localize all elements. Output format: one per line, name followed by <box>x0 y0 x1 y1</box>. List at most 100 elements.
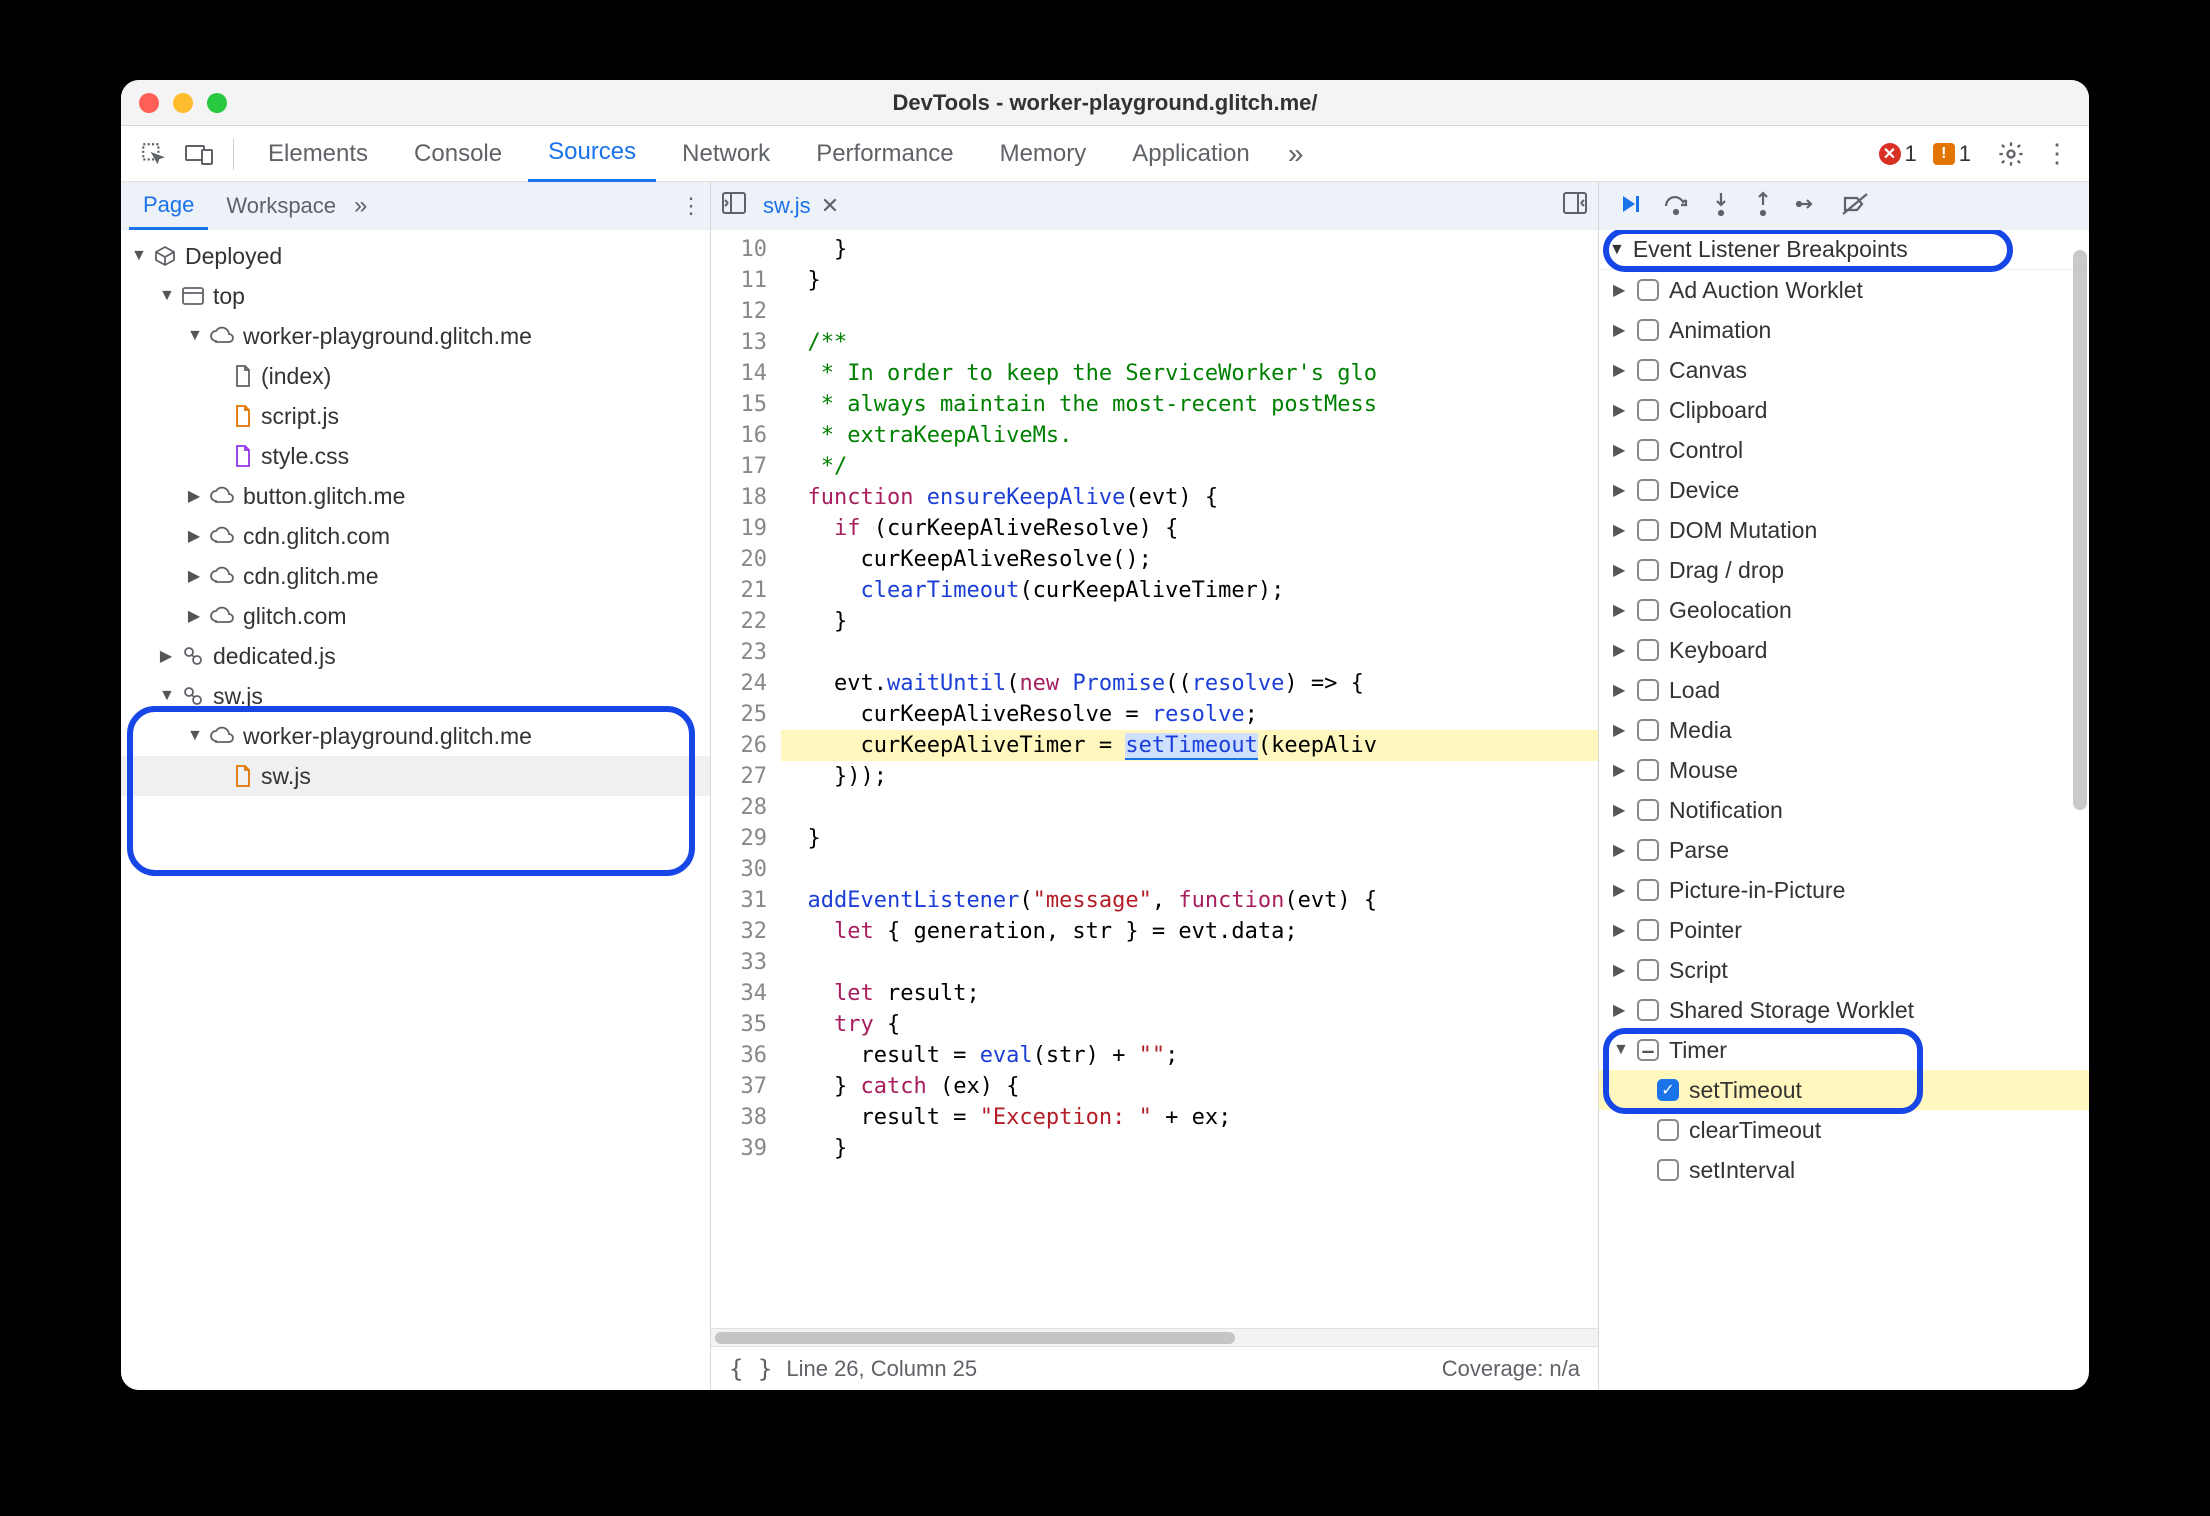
titlebar: DevTools - worker-playground.glitch.me/ <box>121 80 2089 126</box>
tree-sw[interactable]: ▼sw.js <box>121 676 710 716</box>
category-row[interactable]: ▶Geolocation <box>1599 590 2089 630</box>
checkbox[interactable] <box>1637 639 1659 661</box>
timer-item-cleartimeout[interactable]: clearTimeout <box>1599 1110 2089 1150</box>
checkbox[interactable] <box>1637 879 1659 901</box>
tree-origin-collapsed[interactable]: ▶cdn.glitch.me <box>121 556 710 596</box>
category-row[interactable]: ▶Notification <box>1599 790 2089 830</box>
braces-icon[interactable]: { } <box>729 1355 772 1383</box>
error-count[interactable]: ✕1 <box>1879 141 1917 167</box>
category-row[interactable]: ▶Keyboard <box>1599 630 2089 670</box>
coverage-status: Coverage: n/a <box>1442 1356 1580 1382</box>
category-row[interactable]: ▶Script <box>1599 950 2089 990</box>
tree-origin-collapsed[interactable]: ▶button.glitch.me <box>121 476 710 516</box>
category-row[interactable]: ▶Shared Storage Worklet <box>1599 990 2089 1030</box>
step-into-icon[interactable] <box>1711 191 1731 222</box>
checkbox-checked[interactable]: ✓ <box>1657 1079 1679 1101</box>
code-editor[interactable]: 10 11 12 13 14 15 16 17 18 19 20 21 22 2… <box>711 230 1598 1328</box>
category-row[interactable]: ▶Picture-in-Picture <box>1599 870 2089 910</box>
checkbox[interactable] <box>1637 279 1659 301</box>
step-over-icon[interactable] <box>1663 192 1689 221</box>
category-row[interactable]: ▶Animation <box>1599 310 2089 350</box>
tab-application[interactable]: Application <box>1112 126 1269 182</box>
tree-file-stylecss[interactable]: style.css <box>121 436 710 476</box>
inspect-icon[interactable] <box>133 134 173 174</box>
category-row[interactable]: ▶Device <box>1599 470 2089 510</box>
tab-elements[interactable]: Elements <box>248 126 388 182</box>
checkbox[interactable] <box>1637 759 1659 781</box>
category-row[interactable]: ▶Mouse <box>1599 750 2089 790</box>
checkbox[interactable] <box>1637 679 1659 701</box>
timer-item-settimeout[interactable]: ✓ setTimeout <box>1599 1070 2089 1110</box>
checkbox[interactable] <box>1637 319 1659 341</box>
tree-deployed[interactable]: ▼ Deployed <box>121 236 710 276</box>
checkbox[interactable] <box>1637 839 1659 861</box>
category-row[interactable]: ▶Control <box>1599 430 2089 470</box>
navigator-tab-workspace[interactable]: Workspace <box>212 182 350 230</box>
checkbox[interactable] <box>1637 399 1659 421</box>
toggle-navigator-icon[interactable] <box>721 191 747 221</box>
kebab-menu-icon[interactable]: ⋮ <box>2037 134 2077 174</box>
category-row[interactable]: ▶Canvas <box>1599 350 2089 390</box>
more-navigator-tabs-icon[interactable]: » <box>354 192 367 220</box>
checkbox[interactable] <box>1657 1159 1679 1181</box>
warning-count[interactable]: !1 <box>1933 141 1971 167</box>
editor-panel: sw.js ✕ 10 11 12 13 14 15 16 17 18 19 20… <box>711 182 1599 1390</box>
category-row[interactable]: ▶Ad Auction Worklet <box>1599 270 2089 310</box>
category-row[interactable]: ▶Media <box>1599 710 2089 750</box>
checkbox[interactable] <box>1637 519 1659 541</box>
checkbox[interactable] <box>1637 599 1659 621</box>
checkbox[interactable] <box>1637 559 1659 581</box>
tree-origin-collapsed[interactable]: ▶glitch.com <box>121 596 710 636</box>
editor-hscroll[interactable] <box>711 1328 1598 1346</box>
tree-origin-collapsed[interactable]: ▶cdn.glitch.com <box>121 516 710 556</box>
category-row[interactable]: ▶Parse <box>1599 830 2089 870</box>
category-timer[interactable]: ▼ – Timer <box>1599 1030 2089 1070</box>
close-tab-icon[interactable]: ✕ <box>821 193 839 219</box>
checkbox[interactable] <box>1637 479 1659 501</box>
deactivate-breakpoints-icon[interactable] <box>1841 192 1869 221</box>
step-out-icon[interactable] <box>1753 191 1773 222</box>
tab-network[interactable]: Network <box>662 126 790 182</box>
navigator-tab-page[interactable]: Page <box>129 182 208 230</box>
device-toggle-icon[interactable] <box>179 134 219 174</box>
tree-dedicated[interactable]: ▶dedicated.js <box>121 636 710 676</box>
file-tab-swjs[interactable]: sw.js ✕ <box>763 193 839 219</box>
tree-top[interactable]: ▼ top <box>121 276 710 316</box>
debugger-toolbar <box>1599 182 2089 230</box>
tree-file-index[interactable]: (index) <box>121 356 710 396</box>
step-icon[interactable] <box>1795 192 1819 221</box>
section-event-listener-bp[interactable]: ▼ Event Listener Breakpoints <box>1599 230 2089 270</box>
window-vscroll[interactable] <box>2073 250 2087 810</box>
category-row[interactable]: ▶DOM Mutation <box>1599 510 2089 550</box>
checkbox-indeterminate[interactable]: – <box>1637 1039 1659 1061</box>
category-row[interactable]: ▶Clipboard <box>1599 390 2089 430</box>
category-row[interactable]: ▶Drag / drop <box>1599 550 2089 590</box>
checkbox[interactable] <box>1657 1119 1679 1141</box>
tab-performance[interactable]: Performance <box>796 126 973 182</box>
more-tabs-icon[interactable]: » <box>1276 134 1316 174</box>
timer-item-setinterval[interactable]: setInterval <box>1599 1150 2089 1190</box>
resume-icon[interactable] <box>1617 192 1641 221</box>
editor-status-bar: { } Line 26, Column 25 Coverage: n/a <box>711 1346 1598 1390</box>
category-row[interactable]: ▶Pointer <box>1599 910 2089 950</box>
checkbox[interactable] <box>1637 959 1659 981</box>
tree-file-swjs[interactable]: sw.js <box>121 756 710 796</box>
toggle-debugger-icon[interactable] <box>1562 191 1588 221</box>
tab-memory[interactable]: Memory <box>980 126 1107 182</box>
hscroll-thumb[interactable] <box>715 1332 1235 1344</box>
checkbox[interactable] <box>1637 719 1659 741</box>
navigator-kebab-icon[interactable]: ⋮ <box>680 193 702 219</box>
code-area[interactable]: } } /** * In order to keep the ServiceWo… <box>781 230 1598 1328</box>
tree-file-scriptjs[interactable]: script.js <box>121 396 710 436</box>
tree-origin[interactable]: ▼ worker-playground.glitch.me <box>121 316 710 356</box>
tree-sw-origin[interactable]: ▼worker-playground.glitch.me <box>121 716 710 756</box>
checkbox[interactable] <box>1637 359 1659 381</box>
checkbox[interactable] <box>1637 919 1659 941</box>
settings-icon[interactable] <box>1991 134 2031 174</box>
tab-console[interactable]: Console <box>394 126 522 182</box>
checkbox[interactable] <box>1637 799 1659 821</box>
checkbox[interactable] <box>1637 999 1659 1021</box>
tab-sources[interactable]: Sources <box>528 126 656 182</box>
checkbox[interactable] <box>1637 439 1659 461</box>
category-row[interactable]: ▶Load <box>1599 670 2089 710</box>
